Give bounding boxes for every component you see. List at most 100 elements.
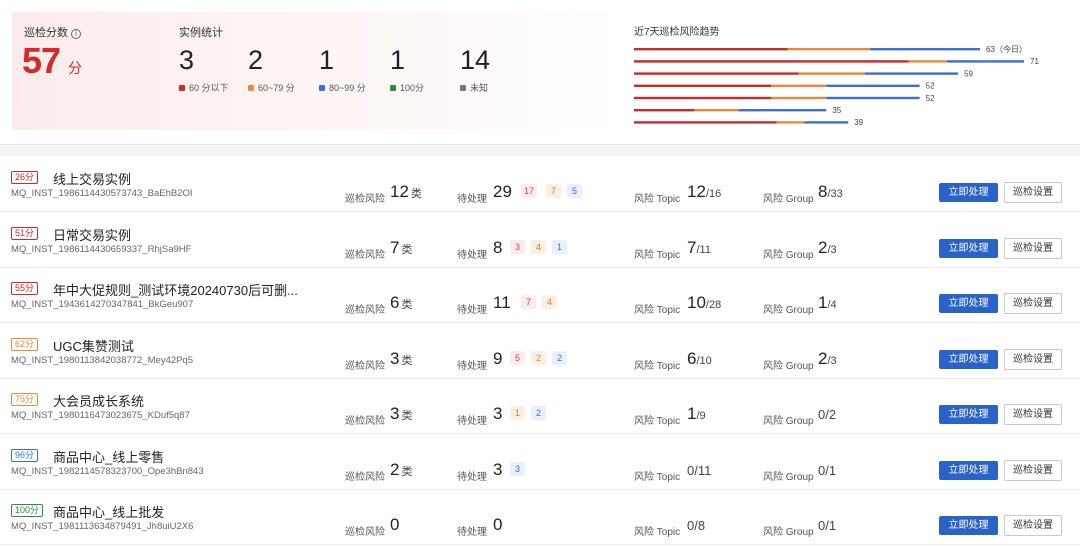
handle-now-button[interactable]: 立即处理 xyxy=(939,349,998,369)
trend-bar-segment xyxy=(771,96,827,100)
inspection-settings-button[interactable]: 巡检设置 xyxy=(1004,404,1062,425)
risk-unit: 类 xyxy=(401,243,413,256)
topic-num: 10 xyxy=(687,293,706,312)
stat-legend-label: 100分 xyxy=(400,83,425,93)
risk-value: 0 xyxy=(390,515,400,534)
pending-count: 0 xyxy=(493,515,503,534)
handle-now-button[interactable]: 立即处理 xyxy=(939,238,998,258)
inspection-settings-button[interactable]: 巡检设置 xyxy=(1004,348,1062,370)
instance-row: 51分 日常交易实例 MQ_INST_1986114430659337_RhjSa9… xyxy=(0,212,1080,268)
group-count: 2/3 xyxy=(818,238,837,258)
handle-now-button[interactable]: 立即处理 xyxy=(939,183,998,202)
stat-2: 2 60~79 分 xyxy=(248,45,295,94)
handle-now-button[interactable]: 立即处理 xyxy=(939,460,998,480)
risk-unit: 类 xyxy=(401,299,413,311)
trend-bar-segment xyxy=(738,109,827,112)
topic-label: 风险 Topic xyxy=(634,527,681,538)
trend-bar-segment xyxy=(776,121,805,124)
trend-bar-segment xyxy=(787,48,871,51)
instance-row: 26分 线上交易实例 MQ_INST_1986114430573743_BaEhB2… xyxy=(0,156,1080,212)
stat-value: 1 xyxy=(390,45,406,75)
risk-value: 3 xyxy=(390,348,400,368)
risk-unit: 类 xyxy=(401,410,413,422)
stat-legend: 60 分以下 xyxy=(179,81,229,94)
inspection-settings-button[interactable]: 巡检设置 xyxy=(1004,459,1062,481)
pending-chip: 5 xyxy=(567,184,582,198)
instance-name[interactable]: 大会员成长系统 xyxy=(53,391,144,410)
group-label: 风险 Group xyxy=(763,249,814,261)
pending-chip: 4 xyxy=(542,295,557,309)
group-count: 0/2 xyxy=(818,404,836,424)
trend-bar-label: 52 xyxy=(926,94,935,103)
stat-3: 1 80~99 分 xyxy=(319,45,366,94)
group-den: 0/2 xyxy=(818,407,837,422)
handle-now-button[interactable]: 立即处理 xyxy=(939,294,998,313)
inspection-settings-button[interactable]: 巡检设置 xyxy=(1004,182,1062,203)
group-label: 风险 Group xyxy=(763,471,814,483)
trend-bar-label: 59 xyxy=(964,69,973,78)
score-badge: 51分 xyxy=(11,226,39,240)
trend-bar-segment xyxy=(864,72,959,75)
trend-bar-label: 39 xyxy=(854,118,863,127)
topic-den: /9 xyxy=(696,410,706,422)
instance-id: MQ_INST_1982114578323700_Ope3hBn843 xyxy=(11,465,204,477)
risk-label: 巡检风险 xyxy=(345,471,385,483)
topic-count: 7/11 xyxy=(687,238,711,258)
inspection-settings-button[interactable]: 巡检设置 xyxy=(1004,237,1062,259)
pending-chip: 2 xyxy=(531,406,546,420)
inspection-settings-button[interactable]: 巡检设置 xyxy=(1004,293,1062,314)
risk-count: 6类 xyxy=(390,293,412,313)
handle-now-button[interactable]: 立即处理 xyxy=(939,405,998,424)
legend-dot xyxy=(179,85,185,91)
stats-title: 实例统计 xyxy=(179,27,223,39)
instance-row: 55分 年中大促规则_测试环境20240730后可删... MQ_INST_1943… xyxy=(0,267,1080,323)
group-count: 8/33 xyxy=(818,182,843,202)
trend-bar-segment xyxy=(908,60,948,63)
score-card: 巡检分数 i 57 分 实例统计 3 60 分以下 2 60~79 分 1 80~99 分1… xyxy=(12,12,622,130)
instance-name[interactable]: 日常交易实例 xyxy=(53,225,131,244)
inspection-settings-button[interactable]: 巡检设置 xyxy=(1004,515,1062,536)
group-count: 1/4 xyxy=(818,293,837,313)
pending-chip: 7 xyxy=(546,184,561,198)
group-label: 风险 Group xyxy=(763,305,814,316)
topic-label: 风险 Topic xyxy=(634,416,681,427)
pending-count: 11 xyxy=(493,293,511,312)
risk-label: 巡检风险 xyxy=(345,194,385,205)
score-unit: 分 xyxy=(68,60,82,76)
topic-label: 风险 Topic xyxy=(634,305,681,316)
group-den: /3 xyxy=(827,243,837,256)
risk-value: 7 xyxy=(390,237,400,257)
stat-4: 1 100分 xyxy=(390,45,424,94)
instance-name[interactable]: 线上交易实例 xyxy=(53,169,131,188)
pending-label: 待处理 xyxy=(457,527,487,538)
risk-count: 2类 xyxy=(390,460,412,480)
group-count: 2/3 xyxy=(818,349,837,369)
trend-bar-segment xyxy=(804,121,849,124)
stat-value: 2 xyxy=(248,45,264,75)
score-value: 57 xyxy=(22,40,61,81)
score-badge: 96分 xyxy=(11,448,39,462)
risk-unit: 类 xyxy=(410,188,422,200)
group-count: 0/1 xyxy=(818,460,836,480)
legend-dot xyxy=(460,85,466,91)
pending-count: 3 xyxy=(493,459,503,479)
score-badge: 75分 xyxy=(11,393,39,406)
trend-bar-segment xyxy=(634,48,788,51)
stat-legend-label: 80~99 分 xyxy=(329,83,366,93)
instance-name[interactable]: UGC集赞测试 xyxy=(53,336,134,355)
handle-now-button[interactable]: 立即处理 xyxy=(939,516,998,535)
instance-name[interactable]: 商品中心_线上批发 xyxy=(53,502,164,521)
instance-name[interactable]: 年中大促规则_测试环境20240730后可删... xyxy=(53,280,298,299)
info-icon[interactable]: i xyxy=(71,29,81,39)
trend-bar-segment xyxy=(634,60,909,63)
group-label: 风险 Group xyxy=(763,194,814,205)
pending-label: 待处理 xyxy=(457,249,487,261)
risk-label: 巡检风险 xyxy=(345,360,385,372)
stat-legend: 未知 xyxy=(460,81,490,94)
trend-bar-segment xyxy=(870,48,981,51)
pending-chip: 2 xyxy=(552,350,567,365)
stat-value: 3 xyxy=(179,45,195,75)
risk-value: 6 xyxy=(390,293,400,312)
instance-name[interactable]: 商品中心_线上零售 xyxy=(53,447,164,466)
pending-label: 待处理 xyxy=(457,305,487,316)
